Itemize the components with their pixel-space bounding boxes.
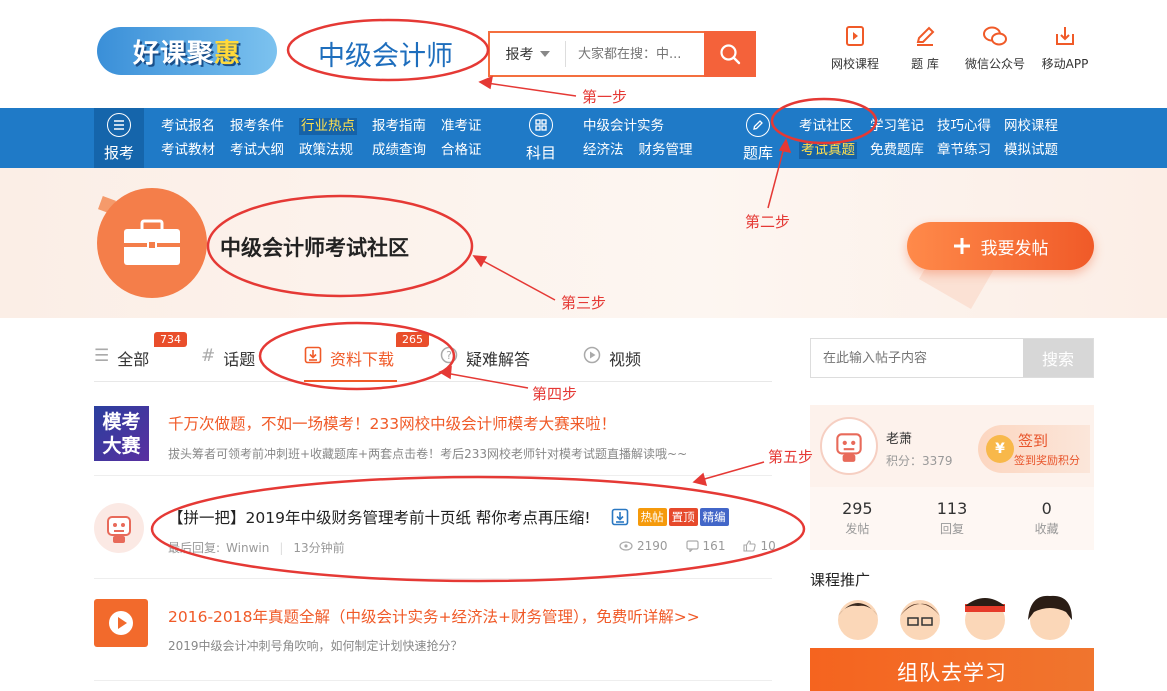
annotation-ellipse-2 [770,97,878,145]
annotation-ellipse-1 [286,18,490,82]
annotation-step-2: 第二步 [745,213,791,231]
annotation-arrow-3 [473,255,556,301]
annotation-step-1: 第一步 [582,88,628,106]
annotation-ellipse-4 [258,321,456,391]
annotation-arrow-1 [479,81,577,97]
annotation-step-3: 第三步 [561,294,607,312]
annotation-step-5: 第五步 [768,448,814,466]
annotation-ellipse-3 [206,194,474,298]
annotation-ellipse-5 [150,475,806,583]
annotation-step-4: 第四步 [532,385,578,403]
annotation-arrow-4 [439,371,529,389]
